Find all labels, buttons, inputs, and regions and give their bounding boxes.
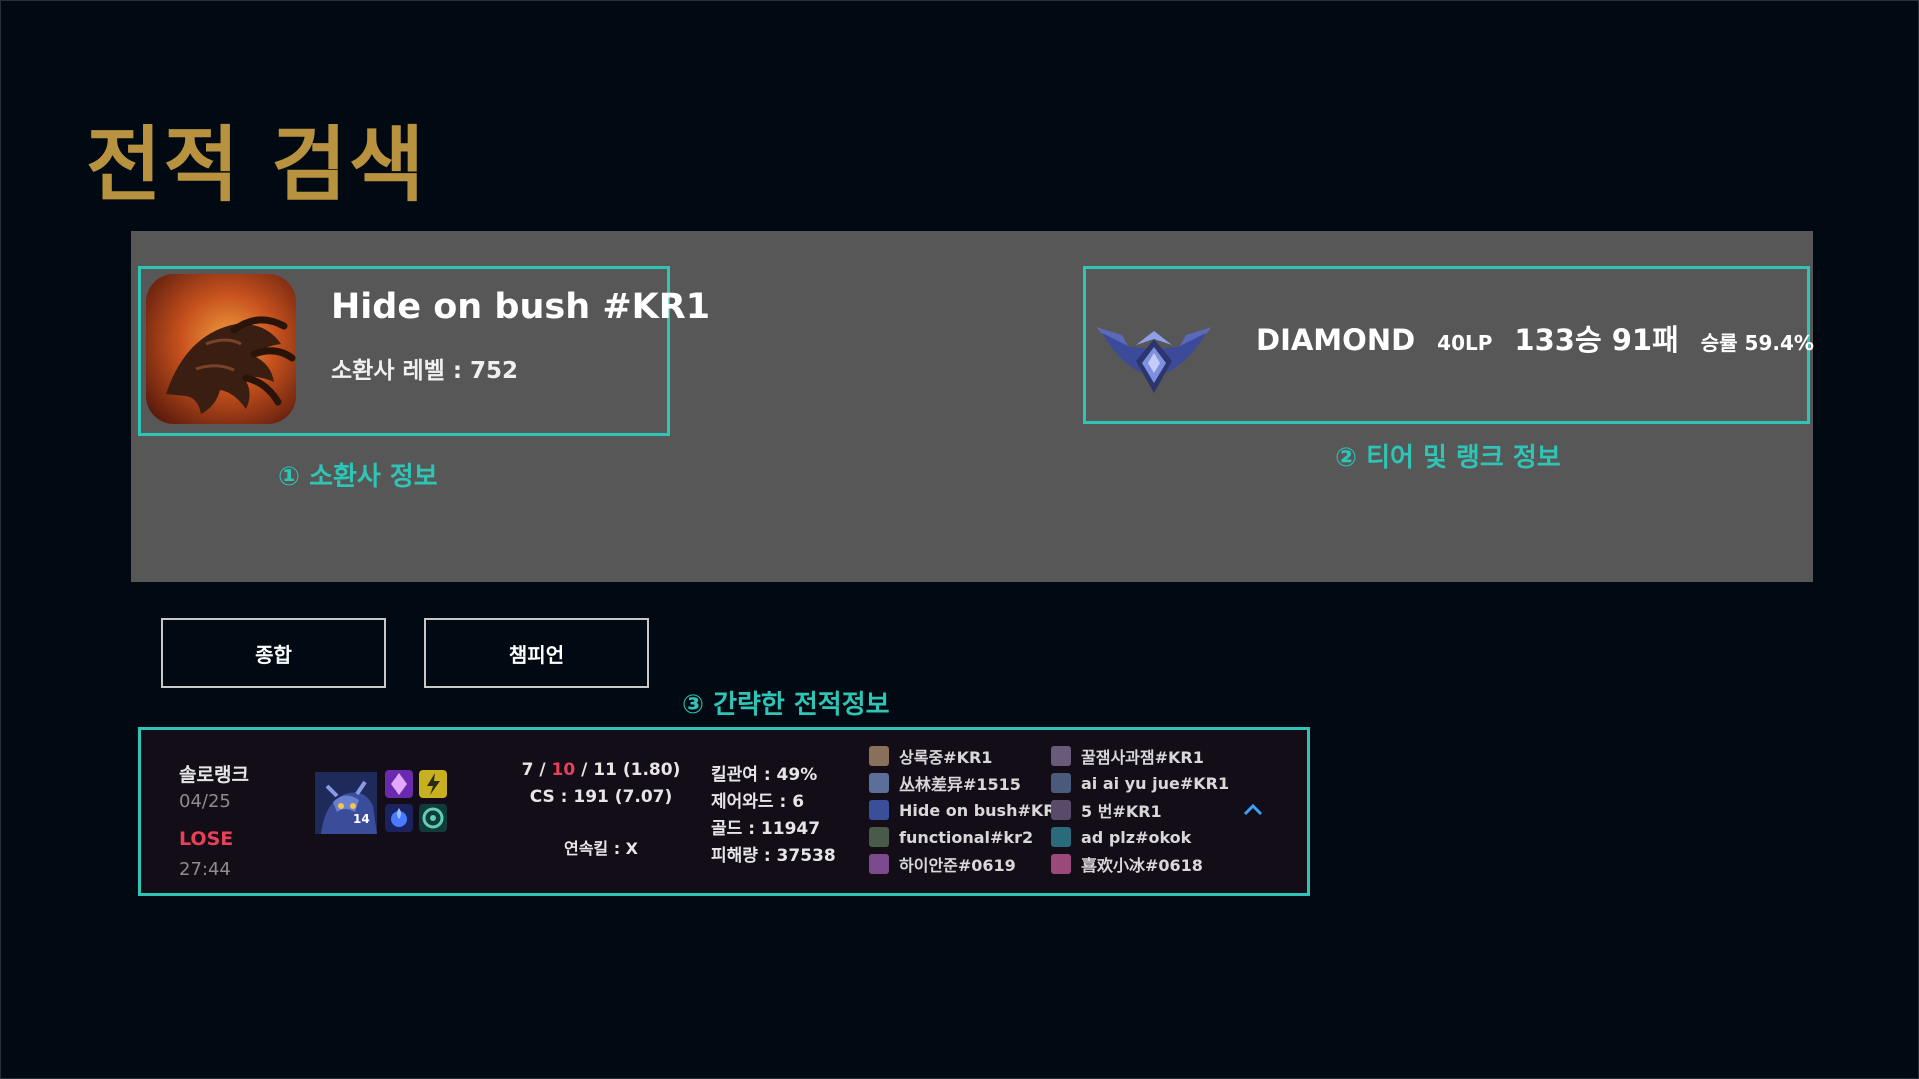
champion-icon	[869, 773, 889, 793]
kda-separator: /	[575, 760, 594, 780]
match-kda: 7 / 10 / 11 (1.80)	[511, 760, 691, 780]
player-row[interactable]: 丛林差异#1515	[869, 771, 1021, 795]
summoner-summary-panel: Hide on bush #KR1 소환사 레벨 : 752 ① 소환사 정보 …	[131, 231, 1814, 582]
player-row[interactable]: 喜欢小冰#0618	[1051, 852, 1203, 876]
champion-icon	[1051, 773, 1071, 793]
flash-spell-icon	[419, 770, 447, 798]
champion-icon	[869, 854, 889, 874]
kda-kills: 7	[521, 760, 534, 780]
callout-match-info: ③ 간략한 전적정보	[682, 690, 890, 720]
player-row[interactable]: 5 번#KR1	[1051, 798, 1162, 822]
player-name: Hide on bush#KR1	[899, 800, 1067, 820]
tab-overview-button[interactable]: 종합	[161, 618, 386, 688]
champion-level: 14	[353, 812, 370, 826]
player-name: 5 번#KR1	[1081, 802, 1162, 821]
page-title: 전적 검색	[86, 118, 427, 213]
control-wards: 제어와드 : 6	[711, 792, 805, 812]
resolve-rune-icon	[419, 804, 447, 832]
match-duration: 27:44	[179, 859, 231, 880]
champion-icon	[1051, 800, 1071, 820]
callout-summoner-info: ① 소환사 정보	[278, 462, 438, 492]
champion-icon	[1051, 854, 1071, 874]
kda-ratio: (1.80)	[616, 760, 681, 780]
champion-icon	[1051, 827, 1071, 847]
player-name: 喜欢小冰#0618	[1081, 856, 1203, 875]
player-name: 꿀잼사과잼#KR1	[1081, 748, 1204, 767]
match-history-card[interactable]: 솔로랭크 04/25 LOSE 27:44 14 7 / 10 / 11 (1.…	[138, 727, 1310, 896]
match-cs: CS : 191 (7.07)	[529, 787, 673, 807]
match-queue-type: 솔로랭크	[179, 764, 249, 786]
player-row[interactable]: 꿀잼사과잼#KR1	[1051, 744, 1204, 768]
callout-tier-info: ② 티어 및 랭크 정보	[1335, 443, 1561, 473]
player-name: ai ai yu jue#KR1	[1081, 773, 1230, 793]
bear-claw-profile-icon	[146, 274, 296, 424]
champion-icon	[869, 746, 889, 766]
gold-earned: 골드 : 11947	[711, 819, 821, 839]
kda-separator: /	[533, 760, 552, 780]
player-row[interactable]: 하이안준#0619	[869, 852, 1016, 876]
player-row[interactable]: ai ai yu jue#KR1	[1051, 771, 1229, 795]
match-kill-streak: 연속킬 : X	[563, 839, 639, 858]
tier-info-box: DIAMOND 40LP 133승 91패 승률 59.4%	[1083, 266, 1814, 424]
player-name: 丛林差异#1515	[899, 775, 1021, 794]
kill-participation: 킬관여 : 49%	[711, 765, 818, 785]
player-name: ad plz#okok	[1081, 827, 1192, 847]
player-row[interactable]: 상록중#KR1	[869, 744, 992, 768]
player-name: 하이안준#0619	[899, 856, 1016, 875]
champion-portrait-icon: 14	[315, 772, 377, 834]
champion-icon	[869, 827, 889, 847]
player-name: functional#kr2	[899, 827, 1034, 847]
match-result: LOSE	[179, 828, 234, 850]
damage-taken: 피해량 : 37538	[711, 846, 836, 866]
tier-winrate: 승률 59.4%	[1700, 331, 1814, 355]
rune-spell-icon	[385, 770, 413, 798]
player-row[interactable]: functional#kr2	[869, 825, 1033, 849]
player-row[interactable]: ad plz#okok	[1051, 825, 1191, 849]
match-date: 04/25	[179, 791, 231, 812]
kda-assists: 11	[593, 760, 617, 780]
tab-champion-button[interactable]: 챔피언	[424, 618, 649, 688]
tier-record: 133승 91패	[1514, 323, 1679, 357]
tier-lp: 40LP	[1437, 331, 1493, 355]
secondary-rune-icon	[385, 804, 413, 832]
player-name: 상록중#KR1	[899, 748, 993, 767]
kda-deaths: 10	[551, 760, 576, 780]
summoner-name: Hide on bush #KR1	[331, 287, 711, 327]
champion-icon	[869, 800, 889, 820]
tier-name: DIAMOND	[1256, 323, 1416, 357]
diamond-emblem-icon	[1092, 309, 1216, 399]
chevron-up-icon[interactable]	[1241, 800, 1265, 820]
champion-icon	[1051, 746, 1071, 766]
summoner-level: 소환사 레벨 : 752	[331, 358, 519, 384]
summoner-info-box: Hide on bush #KR1 소환사 레벨 : 752	[138, 266, 710, 436]
player-row[interactable]: Hide on bush#KR1	[869, 798, 1067, 822]
